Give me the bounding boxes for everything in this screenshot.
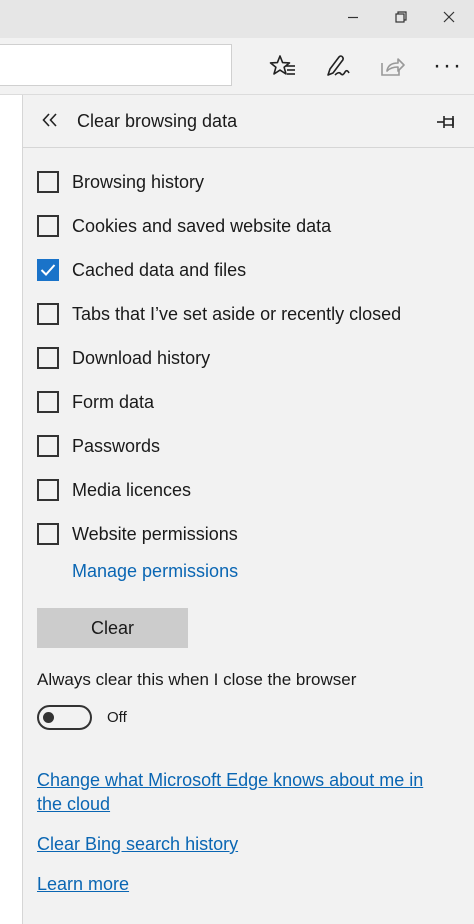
clear-bing-history-link[interactable]: Clear Bing search history bbox=[37, 834, 238, 855]
checkbox[interactable] bbox=[37, 347, 59, 369]
restore-button[interactable] bbox=[378, 0, 424, 34]
clear-browsing-data-panel: Clear browsing data Browsing history Coo… bbox=[23, 95, 474, 924]
web-note-button[interactable] bbox=[318, 48, 358, 84]
more-options-button[interactable]: ··· bbox=[428, 48, 468, 84]
learn-more-link[interactable]: Learn more bbox=[37, 874, 129, 895]
double-chevron-left-icon bbox=[42, 113, 57, 127]
close-icon bbox=[443, 11, 455, 23]
option-cookies[interactable]: Cookies and saved website data bbox=[37, 213, 331, 239]
checkbox[interactable] bbox=[37, 479, 59, 501]
panel-header: Clear browsing data bbox=[23, 95, 474, 148]
option-label: Cached data and files bbox=[72, 259, 247, 280]
option-label: Tabs that I’ve set aside or recently clo… bbox=[72, 303, 402, 324]
checkbox[interactable] bbox=[37, 435, 59, 457]
title-bar bbox=[0, 0, 474, 38]
cloud-data-link-continued[interactable]: the cloud bbox=[37, 794, 110, 815]
always-clear-label: Always clear this when I close the brows… bbox=[37, 670, 357, 689]
checkbox-checked[interactable] bbox=[37, 259, 59, 281]
option-cached-data[interactable]: Cached data and files bbox=[37, 257, 246, 283]
option-download-history[interactable]: Download history bbox=[37, 345, 210, 371]
checkbox[interactable] bbox=[37, 215, 59, 237]
checkmark-icon bbox=[40, 264, 56, 276]
option-form-data[interactable]: Form data bbox=[37, 389, 154, 415]
page-content-edge bbox=[0, 95, 23, 924]
share-button[interactable] bbox=[372, 48, 412, 84]
checkbox[interactable] bbox=[37, 523, 59, 545]
back-button[interactable] bbox=[39, 109, 61, 131]
option-tabs-set-aside[interactable]: Tabs that I’ve set aside or recently clo… bbox=[37, 301, 401, 327]
always-clear-toggle[interactable] bbox=[37, 705, 92, 730]
manage-permissions-link[interactable]: Manage permissions bbox=[72, 561, 238, 582]
option-website-permissions[interactable]: Website permissions bbox=[37, 521, 238, 547]
option-label: Browsing history bbox=[72, 171, 205, 192]
option-label: Passwords bbox=[72, 435, 161, 456]
checkbox[interactable] bbox=[37, 171, 59, 193]
minimize-button[interactable] bbox=[330, 0, 376, 34]
checkbox[interactable] bbox=[37, 303, 59, 325]
toggle-state-label: Off bbox=[107, 709, 127, 726]
option-media-licences[interactable]: Media licences bbox=[37, 477, 191, 503]
panel-title: Clear browsing data bbox=[77, 111, 238, 131]
close-button[interactable] bbox=[426, 0, 472, 34]
option-browsing-history[interactable]: Browsing history bbox=[37, 169, 204, 195]
cloud-data-link[interactable]: Change what Microsoft Edge knows about m… bbox=[37, 770, 423, 791]
option-label: Cookies and saved website data bbox=[72, 215, 332, 236]
option-label: Download history bbox=[72, 347, 211, 368]
favorites-button[interactable] bbox=[263, 48, 303, 84]
web-note-pen-icon bbox=[327, 55, 350, 76]
option-label: Website permissions bbox=[72, 523, 238, 544]
more-icon: ··· bbox=[433, 52, 463, 79]
option-passwords[interactable]: Passwords bbox=[37, 433, 160, 459]
clear-button[interactable]: Clear bbox=[37, 608, 188, 648]
address-bar[interactable] bbox=[0, 44, 232, 86]
restore-icon bbox=[395, 11, 407, 23]
option-label: Media licences bbox=[72, 479, 192, 500]
favorites-list-icon bbox=[269, 55, 295, 75]
checkbox[interactable] bbox=[37, 391, 59, 413]
pin-icon[interactable] bbox=[435, 111, 459, 133]
option-label: Form data bbox=[72, 391, 155, 412]
browser-toolbar: ··· bbox=[0, 38, 474, 95]
share-icon bbox=[381, 58, 405, 76]
minimize-icon bbox=[348, 16, 358, 19]
toggle-knob bbox=[43, 712, 54, 723]
